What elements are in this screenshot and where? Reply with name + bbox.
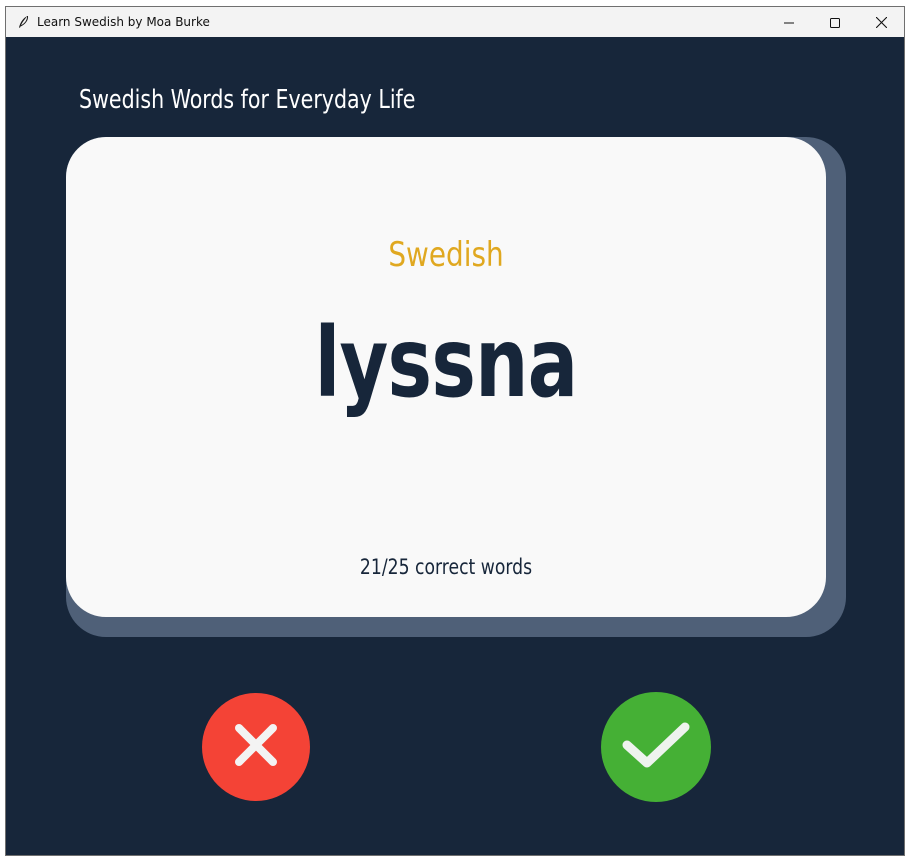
right-button[interactable] <box>601 692 711 802</box>
minimize-button[interactable] <box>766 7 812 37</box>
close-button[interactable] <box>858 7 904 37</box>
window-title: Learn Swedish by Moa Burke <box>37 15 210 29</box>
flashcard: Swedish lyssna 21/25 correct words <box>66 137 826 617</box>
feather-icon <box>15 14 31 30</box>
minimize-icon <box>784 13 794 32</box>
maximize-icon <box>830 13 840 32</box>
score-text: 21/25 correct words <box>359 555 533 579</box>
title-bar[interactable]: Learn Swedish by Moa Burke <box>6 7 904 37</box>
window-controls <box>766 7 904 37</box>
page-title: Swedish Words for Everyday Life <box>79 85 416 115</box>
flashcard-word: lyssna <box>314 307 579 419</box>
maximize-button[interactable] <box>812 7 858 37</box>
language-label: Swedish <box>388 235 504 275</box>
close-icon <box>875 13 887 32</box>
wrong-button[interactable] <box>202 693 310 801</box>
cross-icon <box>233 722 279 772</box>
app-window: Learn Swedish by Moa Burke Swedish Words… <box>5 6 905 856</box>
checkmark-icon <box>621 719 691 775</box>
